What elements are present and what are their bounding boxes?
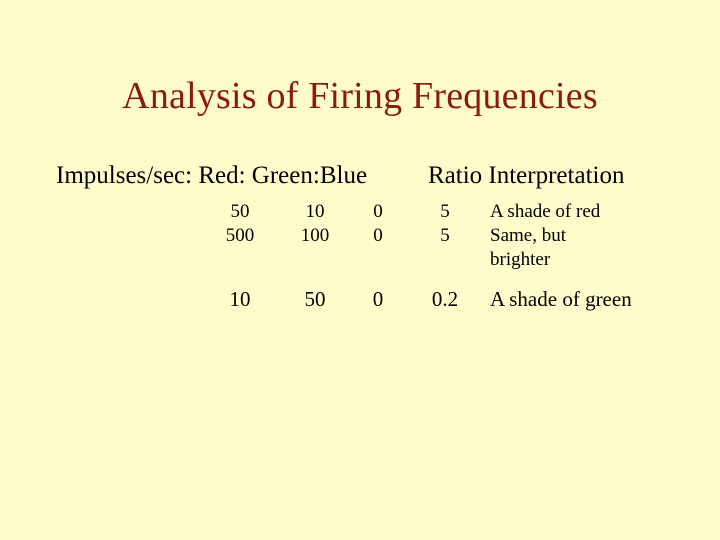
cell-blue: 0	[372, 287, 384, 311]
table-row: 50 10 0 5 A shade of red	[0, 200, 720, 224]
cell-red: 10	[229, 287, 251, 311]
table-row: 10 50 0 0.2 A shade of green	[0, 286, 720, 312]
table-row: 500 100 0 5 Same, but brighter	[0, 224, 720, 272]
table-body: 50 10 0 5 A shade of red 500 100 0 5 Sam…	[0, 200, 720, 312]
row-spacer	[0, 272, 720, 286]
page-title: Analysis of Firing Frequencies	[122, 75, 598, 117]
cell-blue: 0	[373, 201, 383, 222]
table-header-row: Impulses/sec: Red: Green:Blue Ratio Inte…	[56, 161, 666, 191]
table-header-channels: Impulses/sec: Red: Green:Blue	[56, 162, 368, 189]
cell-red: 50	[230, 201, 250, 222]
cell-ratio: 5	[440, 201, 450, 222]
cell-red: 500	[225, 225, 255, 246]
cell-interpretation: A shade of green	[490, 287, 632, 311]
cell-interpretation: A shade of red	[490, 201, 601, 222]
cell-interpretation-line-2: brighter	[490, 249, 551, 270]
cell-blue: 0	[373, 225, 383, 246]
cell-ratio: 0.2	[431, 287, 459, 311]
table-header-ratio-interpretation: Ratio Interpretation	[428, 162, 625, 189]
cell-interpretation: Same, but brighter	[490, 224, 700, 272]
slide-canvas: Analysis of Firing Frequencies Impulses/…	[0, 0, 720, 540]
cell-ratio: 5	[440, 225, 450, 246]
cell-interpretation-line-1: Same, but	[490, 225, 566, 246]
